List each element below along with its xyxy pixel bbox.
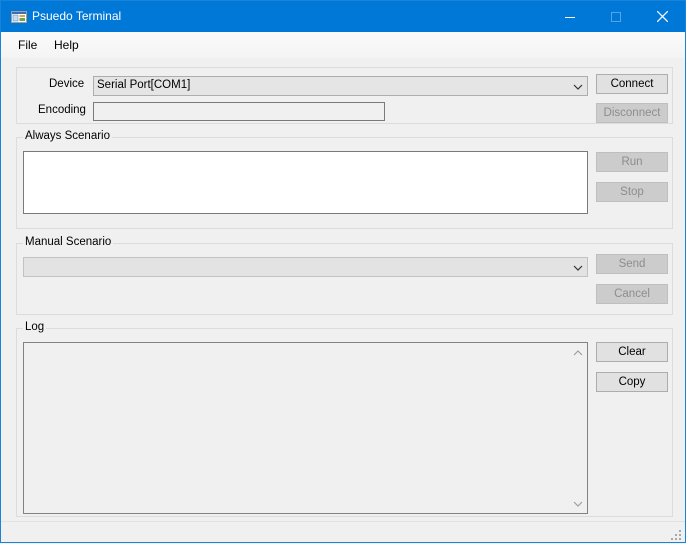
clear-button[interactable]: Clear [596,342,668,362]
chevron-down-icon[interactable] [573,500,583,508]
terminal-app-icon [11,11,27,23]
always-scenario-title: Always Scenario [23,130,113,142]
chevron-down-icon [573,84,583,90]
run-button[interactable]: Run [596,152,668,172]
stop-button[interactable]: Stop [596,182,668,202]
always-scenario-textarea[interactable] [23,151,588,214]
manual-scenario-group: Manual Scenario Send Cancel [16,236,673,315]
menu-bar: File Help [1,32,685,58]
maximize-button[interactable] [593,1,639,32]
send-button[interactable]: Send [596,254,668,274]
menu-file[interactable]: File [18,38,37,52]
close-icon [656,11,668,22]
log-group: Log Clear Copy [16,321,673,517]
menu-help[interactable]: Help [54,38,79,52]
encoding-field[interactable] [93,102,385,121]
title-bar[interactable]: Psuedo Terminal [1,1,685,32]
always-scenario-group: Always Scenario Run Stop [16,130,673,229]
minimize-icon [565,16,575,18]
minimize-button[interactable] [547,1,593,32]
maximize-icon [611,11,621,22]
manual-scenario-select[interactable] [23,257,588,277]
log-textarea[interactable] [23,342,588,514]
window-title: Psuedo Terminal [32,9,122,23]
main-window: Psuedo Terminal File Help Device Serial … [0,0,686,543]
copy-button[interactable]: Copy [596,372,668,392]
cancel-button[interactable]: Cancel [596,284,668,304]
device-select-value: Serial Port[COM1] [97,79,191,91]
close-button[interactable] [639,1,685,32]
device-label: Device [49,78,85,90]
device-select[interactable]: Serial Port[COM1] [93,76,588,96]
encoding-label: Encoding [38,104,86,116]
log-title: Log [23,321,47,333]
device-group: Device Serial Port[COM1] Encoding Connec… [16,67,673,124]
chevron-up-icon[interactable] [573,349,583,357]
connect-button[interactable]: Connect [596,74,668,94]
disconnect-button[interactable]: Disconnect [596,103,668,123]
manual-scenario-title: Manual Scenario [23,236,114,248]
status-bar [1,521,685,544]
resize-grip-icon[interactable] [671,530,682,541]
chevron-down-icon [573,265,583,271]
